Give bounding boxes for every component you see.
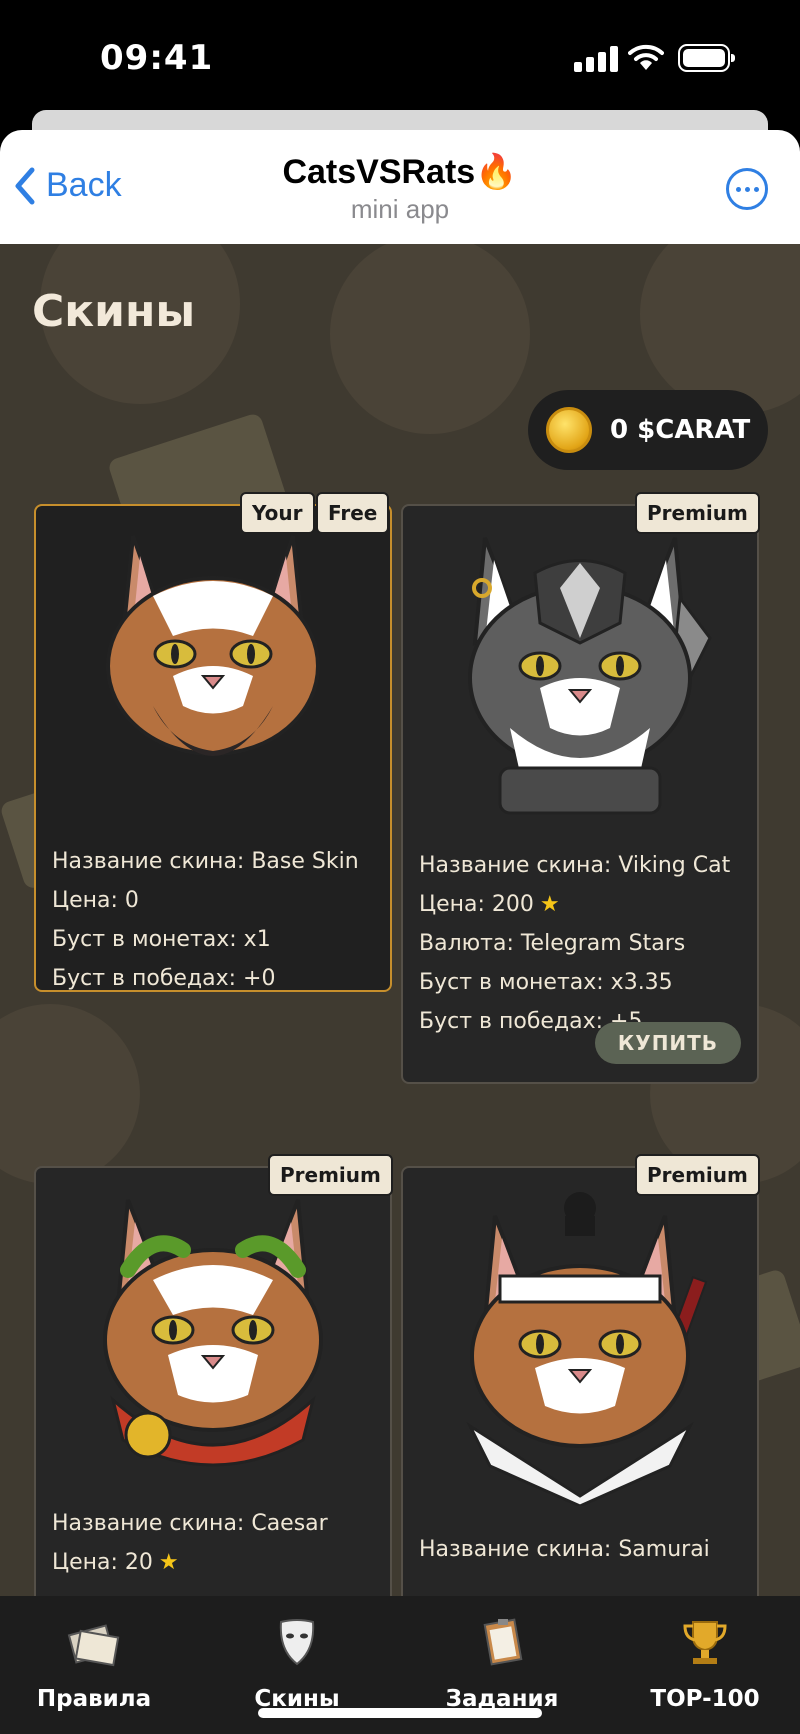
tab-tasks[interactable]: Задания bbox=[402, 1596, 602, 1712]
caesar-cat-illustration bbox=[103, 1199, 323, 1467]
telegram-star-icon: ★ bbox=[158, 1550, 179, 1575]
tab-label: TOP-100 bbox=[650, 1686, 760, 1712]
skin-name: Название скина: Samurai bbox=[419, 1537, 710, 1562]
skin-coin-boost: Буст в монетах: x1 bbox=[52, 927, 271, 952]
battery-icon bbox=[678, 44, 735, 72]
clipboard-icon bbox=[483, 1618, 523, 1666]
balance-pill: 0 $CARAT bbox=[528, 390, 768, 470]
skin-currency: Валюта: Telegram Stars bbox=[419, 931, 686, 956]
skin-info: Название скина: Caesar Цена: 20 ★ bbox=[52, 1504, 328, 1582]
viking-cat-illustration bbox=[468, 537, 712, 815]
skin-name: Название скина: Base Skin bbox=[52, 849, 359, 874]
coin-icon bbox=[546, 407, 592, 453]
status-bar: 09:41 bbox=[0, 0, 800, 120]
samurai-cat-illustration bbox=[466, 1192, 708, 1506]
tab-skins[interactable]: Скины bbox=[197, 1596, 397, 1712]
skin-price: Цена: 20 bbox=[52, 1550, 153, 1575]
more-options-button[interactable] bbox=[726, 168, 768, 210]
mask-icon bbox=[279, 1619, 315, 1666]
skin-coin-boost: Буст в монетах: x3.35 bbox=[419, 970, 673, 995]
skin-info: Название скина: Viking Cat Цена: 200 ★ Ва… bbox=[419, 846, 730, 1041]
page-title: Скины bbox=[32, 286, 196, 337]
trophy-icon bbox=[683, 1621, 727, 1664]
tab-label: Правила bbox=[36, 1686, 152, 1712]
skin-win-boost: Буст в победах: +0 bbox=[52, 966, 276, 991]
yarn-pattern bbox=[330, 244, 530, 434]
skins-screen: Скины 0 $CARAT Your Free Название скина:… bbox=[0, 244, 800, 1596]
balance-value: 0 $CARAT bbox=[610, 415, 751, 445]
skin-info: Название скина: Base Skin Цена: 0 Буст в… bbox=[52, 842, 359, 998]
skin-price-row: Цена: 200 ★ bbox=[419, 885, 730, 924]
wifi-icon bbox=[628, 44, 664, 70]
skin-info: Название скина: Samurai bbox=[419, 1530, 710, 1569]
rules-paper-icon bbox=[67, 1624, 120, 1667]
skin-card-viking[interactable]: Premium Название скина: Viking Cat Цена:… bbox=[401, 492, 760, 1084]
app-subtitle: mini app bbox=[350, 194, 450, 224]
buy-button[interactable]: КУПИТЬ bbox=[595, 1022, 741, 1064]
skin-card-samurai[interactable]: Premium Название скина: Samurai bbox=[401, 1154, 760, 1596]
status-time: 09:41 bbox=[100, 38, 214, 78]
base-cat-illustration bbox=[106, 535, 320, 756]
skin-price: Цена: 0 bbox=[52, 888, 139, 913]
skin-price-row: Цена: 20 ★ bbox=[52, 1543, 328, 1582]
home-indicator bbox=[258, 1708, 542, 1718]
tab-rules[interactable]: Правила bbox=[0, 1596, 194, 1712]
yarn-pattern bbox=[0, 1004, 140, 1184]
app-title: CatsVSRats🔥 bbox=[282, 153, 518, 191]
skin-name: Название скина: Caesar bbox=[52, 1511, 328, 1536]
tab-top100[interactable]: TOP-100 bbox=[605, 1596, 800, 1712]
signal-icon bbox=[574, 46, 618, 72]
skin-price: Цена: 200 bbox=[419, 892, 534, 917]
skin-card-base[interactable]: Your Free Название скина: Base Skin Цена… bbox=[34, 492, 392, 992]
yarn-pattern bbox=[640, 244, 800, 414]
skin-name: Название скина: Viking Cat bbox=[419, 853, 731, 878]
miniapp-header: Back CatsVSRats🔥 mini app bbox=[0, 130, 800, 244]
skin-card-caesar[interactable]: Premium Название скина: Caesar Цена: 20 ★ bbox=[34, 1154, 393, 1596]
telegram-star-icon: ★ bbox=[539, 892, 560, 917]
